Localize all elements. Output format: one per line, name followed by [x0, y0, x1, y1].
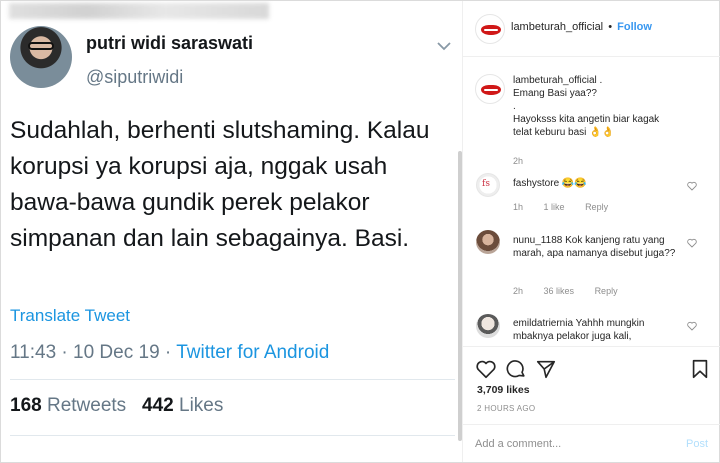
comment: fashystore 😂😂 — [513, 177, 683, 190]
divider — [10, 379, 455, 380]
post-time: 2 HOURS AGO — [477, 404, 536, 413]
comment-avatar[interactable] — [476, 314, 500, 338]
post-actions: 3,709 likes 2 HOURS AGO Add a comment...… — [463, 346, 720, 462]
retweets-label: Retweets — [46, 395, 127, 416]
comment-meta: 1h 1 like Reply — [513, 202, 626, 212]
profile-avatar[interactable] — [475, 14, 505, 44]
likes-count: 442 — [142, 395, 174, 416]
comment-time: 1h — [513, 202, 524, 212]
heart-icon[interactable] — [687, 181, 697, 191]
separator-dot: • — [608, 21, 613, 33]
caption-time: 2h — [513, 156, 524, 166]
caption-meta: 2h — [513, 156, 541, 166]
header-user: lambeturah_official • Follow — [511, 21, 652, 33]
comment-meta: 2h 36 likes Reply — [513, 286, 636, 296]
chevron-down-icon — [437, 42, 451, 51]
caption-text: Emang Basi yaa?? — [513, 88, 597, 99]
comment-username[interactable]: fashystore — [513, 178, 559, 189]
add-comment-bar: Add a comment... Post — [463, 424, 720, 463]
caption-username[interactable]: lambeturah_official — [513, 75, 597, 86]
caption-avatar[interactable] — [475, 74, 505, 104]
comment-username[interactable]: emildatriernia — [513, 318, 573, 329]
tweet-text: Sudahlah, berhenti slutshaming. Kalau ko… — [10, 117, 430, 252]
translate-tweet-link: Translate Tweet — [10, 306, 131, 325]
likes-label: Likes — [179, 395, 224, 416]
tweet-image: putri widi saraswati @siputriwidi Sudahl… — [1, 1, 462, 462]
comment-username[interactable]: nunu_1188 — [513, 235, 562, 246]
blurred-header — [9, 3, 269, 19]
reply-button[interactable]: Reply — [595, 286, 618, 296]
likes-count[interactable]: 3,709 likes — [477, 384, 530, 396]
follow-button[interactable]: Follow — [617, 21, 652, 33]
tweet-source: Twitter for Android — [176, 342, 330, 363]
tweet-time: 11:43 · 10 Dec 19 · — [10, 342, 177, 363]
instagram-panel: lambeturah_official • Follow lambeturah_… — [462, 1, 720, 462]
heart-icon[interactable] — [687, 321, 697, 331]
comment: emildatriernia Yahhh mungkin mbaknya pel… — [513, 317, 683, 343]
divider — [10, 435, 455, 436]
header-username[interactable]: lambeturah_official — [511, 21, 603, 33]
comment-icon[interactable] — [505, 358, 527, 380]
caption-text: . — [599, 75, 603, 86]
tweet-author-handle: @siputriwidi — [86, 67, 184, 87]
bookmark-icon[interactable] — [689, 358, 711, 380]
reply-button[interactable]: Reply — [585, 202, 608, 212]
tweet-timestamp: 11:43 · 10 Dec 19 · Twitter for Android — [10, 342, 329, 364]
share-icon[interactable] — [535, 358, 557, 380]
tweet-author-name: putri widi saraswati — [86, 33, 254, 53]
caption-text: . — [513, 101, 516, 112]
heart-icon[interactable] — [687, 238, 697, 248]
comment: nunu_1188 Kok kanjeng ratu yang marah, a… — [513, 234, 683, 260]
post-button[interactable]: Post — [686, 438, 708, 450]
avatar — [10, 26, 72, 88]
comment-input[interactable]: Add a comment... — [475, 438, 561, 450]
post-header: lambeturah_official • Follow — [463, 1, 720, 57]
retweets-count: 168 — [10, 395, 42, 416]
comment-clip: emildatriernia Yahhh mungkin mbaknya pel… — [463, 311, 720, 346]
comment-time: 2h — [513, 286, 524, 296]
caption: lambeturah_official . Emang Basi yaa?? .… — [513, 74, 703, 139]
comment-avatar[interactable] — [476, 173, 500, 197]
comment-text: 😂😂 — [561, 178, 587, 189]
caption-text: Hayoksss kita angetin biar kagak telat k… — [513, 114, 660, 138]
comment-avatar[interactable] — [476, 230, 500, 254]
tweet-stats: 168 Retweets 442 Likes — [10, 395, 223, 417]
comment-likes[interactable]: 36 likes — [544, 286, 575, 296]
comment-likes[interactable]: 1 like — [544, 202, 565, 212]
heart-icon[interactable] — [475, 358, 497, 380]
